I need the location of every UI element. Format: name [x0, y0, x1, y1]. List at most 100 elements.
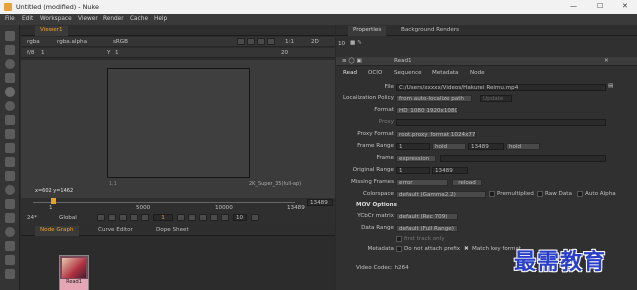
menu-render[interactable]: Render [103, 16, 124, 22]
first-frame-icon[interactable] [108, 214, 116, 221]
timeline[interactable]: 1 5000 10000 13489 13489 24* Global 1 10 [21, 198, 335, 225]
tab-viewer1[interactable]: Viewer1 [35, 26, 68, 36]
gain-value[interactable]: 1 [41, 50, 45, 56]
original-range-start[interactable]: 1 [396, 167, 430, 174]
frame-range-start-mode[interactable]: hold [432, 143, 466, 150]
transform-tools-icon[interactable] [5, 143, 15, 153]
next-keyframe-icon[interactable] [221, 214, 229, 221]
fps-dropdown[interactable]: 24* [27, 215, 37, 221]
frame-range-start-field[interactable]: 1 [396, 143, 430, 150]
format-dropdown[interactable]: HD_1080 1920x1080 [396, 107, 458, 114]
menu-workspace[interactable]: Workspace [40, 16, 72, 22]
roi-icon[interactable] [237, 38, 245, 45]
file-browse-icon[interactable]: ▤ [608, 83, 613, 89]
current-frame-field[interactable]: 1 [153, 214, 173, 221]
zoom-dropdown[interactable]: 1:1 [285, 39, 294, 45]
channel-tools-icon[interactable] [5, 73, 15, 83]
missing-frames-dropdown[interactable]: error [396, 179, 448, 186]
view-mode-dropdown[interactable]: 2D [311, 39, 319, 45]
no-prefix-checkbox[interactable] [396, 246, 402, 252]
colorspace-dropdown[interactable]: sRGB [113, 39, 128, 45]
prev-frame-icon[interactable] [130, 214, 138, 221]
clip-warning-icon[interactable] [247, 38, 255, 45]
increment-field[interactable]: 10 [233, 214, 247, 221]
reload-button[interactable]: reload [452, 179, 482, 186]
premultiplied-checkbox[interactable] [489, 191, 495, 197]
maximize-button[interactable]: ☐ [597, 2, 603, 10]
furnace-tools-icon[interactable] [5, 255, 15, 265]
filter-tools-icon[interactable] [5, 101, 15, 111]
color-tools-icon[interactable] [5, 87, 15, 97]
subtab-node[interactable]: Node [470, 70, 485, 76]
close-node-icon[interactable]: ✕ [604, 58, 609, 64]
subtab-metadata[interactable]: Metadata [432, 70, 459, 76]
max-panels-field[interactable]: 10 [338, 41, 345, 47]
global-dropdown[interactable]: Global [59, 215, 77, 221]
time-tools-icon[interactable] [5, 59, 15, 69]
close-button[interactable]: ✕ [622, 2, 628, 10]
next-increment-icon[interactable] [199, 214, 207, 221]
localization-dropdown[interactable]: from auto-localize path [396, 95, 472, 102]
tab-node-graph[interactable]: Node Graph [35, 226, 79, 236]
proxy-format-dropdown[interactable]: root.proxy_format 1024x778 [396, 131, 476, 138]
last-frame-icon[interactable] [210, 214, 218, 221]
tab-dope-sheet[interactable]: Dope Sheet [151, 226, 194, 236]
match-key-checkbox[interactable]: ✖ [464, 246, 469, 252]
metadata-tools-icon[interactable] [5, 185, 15, 195]
clear-panels-icon[interactable]: ■ ✎ [350, 40, 362, 46]
toolsets-icon[interactable] [5, 199, 15, 209]
frame-value-field[interactable] [440, 155, 606, 162]
node-header-icons[interactable]: ≡ ◯ ▣ [342, 58, 362, 64]
frame-range-end-field[interactable]: 13489 [468, 143, 504, 150]
subtab-read[interactable]: Read [343, 70, 357, 76]
ocio-tools-icon[interactable] [5, 269, 15, 279]
keyer-tools-icon[interactable] [5, 115, 15, 125]
ycbcr-dropdown[interactable]: default (Rec 709) [396, 213, 458, 220]
merge-tools-icon[interactable] [5, 129, 15, 139]
menu-edit[interactable]: Edit [22, 16, 33, 22]
first-track-checkbox[interactable] [396, 236, 402, 242]
menu-cache[interactable]: Cache [130, 16, 148, 22]
menu-file[interactable]: File [5, 16, 15, 22]
views-tools-icon[interactable] [5, 171, 15, 181]
channel-select-dropdown[interactable]: rgba.alpha [57, 39, 87, 45]
refresh-icon[interactable] [257, 38, 265, 45]
end-frame-field[interactable]: 13489 [307, 199, 333, 206]
viewer-canvas[interactable]: 1,1 2K_Super_35(full-ap) x=602 y=1462 [21, 60, 335, 198]
channels-dropdown[interactable]: rgba [27, 39, 40, 45]
read-node[interactable]: Read1 [59, 255, 89, 290]
frame-count-field[interactable]: 20 [281, 50, 288, 56]
subtab-ocio[interactable]: OCIO [368, 70, 382, 76]
loop-icon[interactable] [251, 214, 259, 221]
tab-curve-editor[interactable]: Curve Editor [93, 226, 138, 236]
tab-properties[interactable]: Properties [348, 26, 387, 36]
frame-mode-dropdown[interactable]: expression [396, 155, 436, 162]
play-forward-icon[interactable] [177, 214, 185, 221]
3d-tools-icon[interactable] [5, 157, 15, 167]
prev-keyframe-icon[interactable] [97, 214, 105, 221]
minimize-button[interactable]: — [570, 2, 577, 10]
menu-viewer[interactable]: Viewer [78, 16, 98, 22]
deep-tools-icon[interactable] [5, 227, 15, 237]
next-frame-icon[interactable] [188, 214, 196, 221]
original-range-end[interactable]: 13489 [432, 167, 468, 174]
tab-background-renders[interactable]: Background Renders [396, 26, 464, 36]
auto-alpha-checkbox[interactable] [577, 191, 583, 197]
gamma-value[interactable]: 1 [115, 50, 119, 56]
particles-tools-icon[interactable] [5, 213, 15, 223]
pause-icon[interactable] [267, 38, 275, 45]
menu-help[interactable]: Help [154, 16, 167, 22]
file-path-field[interactable]: C:/Users/xxxxx/Videos/Hakurei Reimu.mp4 [396, 84, 606, 91]
update-button[interactable]: Update [480, 95, 512, 102]
subtab-sequence[interactable]: Sequence [394, 70, 422, 76]
play-backward-icon[interactable] [141, 214, 149, 221]
other-tools-icon[interactable] [5, 241, 15, 251]
proxy-field[interactable] [396, 119, 606, 126]
playhead[interactable] [51, 198, 56, 204]
raw-data-checkbox[interactable] [537, 191, 543, 197]
data-range-dropdown[interactable]: default (Full Range) [396, 225, 458, 232]
colorspace-dropdown[interactable]: default (Gamma2.2) [396, 191, 486, 198]
node-name-field[interactable]: Read1 [394, 58, 412, 64]
draw-tools-icon[interactable] [5, 45, 15, 55]
prev-increment-icon[interactable] [119, 214, 127, 221]
